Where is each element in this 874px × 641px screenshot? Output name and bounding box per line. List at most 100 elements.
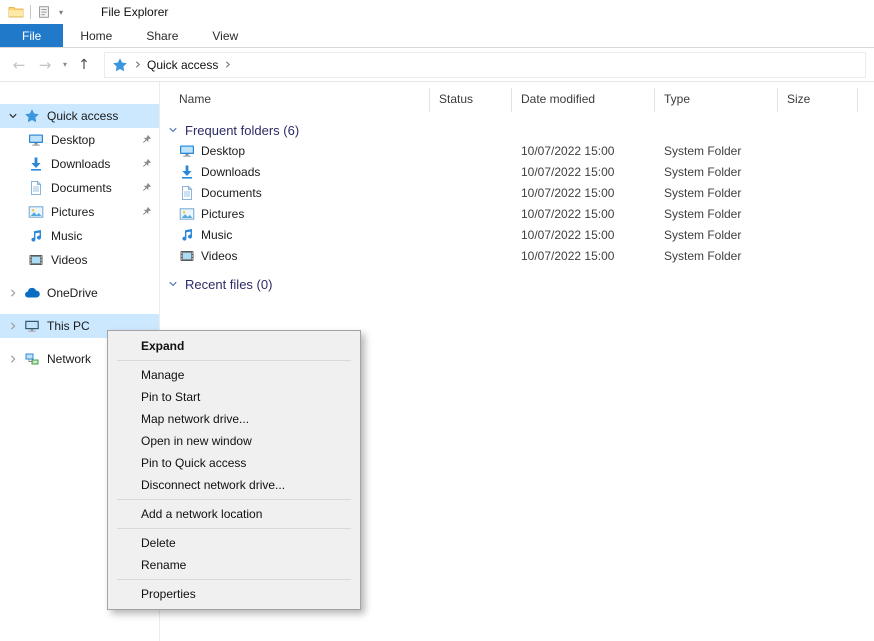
file-row-desktop[interactable]: Desktop10/07/2022 15:00System Folder: [160, 140, 874, 161]
file-row-documents[interactable]: Documents10/07/2022 15:00System Folder: [160, 182, 874, 203]
back-button[interactable]: ←: [6, 52, 32, 78]
menu-item-properties[interactable]: Properties: [108, 583, 360, 605]
menu-item-expand[interactable]: Expand: [108, 335, 360, 357]
column-header-status[interactable]: Status: [430, 88, 512, 112]
sidebar-item-label: OneDrive: [47, 286, 98, 300]
menu-item-manage[interactable]: Manage: [108, 364, 360, 386]
file-name: Desktop: [201, 144, 245, 158]
file-row-music[interactable]: Music10/07/2022 15:00System Folder: [160, 224, 874, 245]
file-type: System Folder: [655, 207, 778, 221]
forward-button[interactable]: →: [32, 52, 58, 78]
file-date-modified: 10/07/2022 15:00: [512, 207, 655, 221]
chevron-down-icon[interactable]: [8, 111, 24, 121]
chevron-spacer: [12, 159, 28, 169]
sidebar-item-desktop[interactable]: Desktop: [0, 128, 159, 152]
menu-item-disconnect-network-drive[interactable]: Disconnect network drive...: [108, 474, 360, 496]
group-label: Recent files (0): [185, 277, 272, 292]
group-collapse-icon[interactable]: [168, 279, 178, 289]
chevron-right-icon[interactable]: [8, 288, 24, 298]
file-row-videos[interactable]: Videos 10/07/2022 15:00System Folder: [160, 245, 874, 266]
group-label: Frequent folders (6): [185, 123, 299, 138]
menu-item-map-network-drive[interactable]: Map network drive...: [108, 408, 360, 430]
recent-locations-dropdown-icon[interactable]: ▾: [58, 60, 72, 69]
sidebar-item-documents[interactable]: Documents: [0, 176, 159, 200]
group-collapse-icon[interactable]: [168, 125, 178, 135]
sidebar-item-music[interactable]: Music: [0, 224, 159, 248]
menu-item-open-in-new-window[interactable]: Open in new window: [108, 430, 360, 452]
file-name: Videos: [201, 249, 237, 263]
context-menu: Expand ManagePin to StartMap network driv…: [107, 330, 361, 610]
group-header-frequent-folders-6[interactable]: Frequent folders (6): [160, 120, 874, 140]
sidebar-item-label: Videos: [51, 253, 87, 267]
documents-icon: [28, 180, 44, 196]
chevron-spacer: [12, 135, 28, 145]
file-type: System Folder: [655, 249, 778, 263]
file-row-pictures[interactable]: Pictures 10/07/2022 15:00System Folder: [160, 203, 874, 224]
downloads-icon: [179, 164, 195, 180]
column-header-size[interactable]: Size: [778, 88, 858, 112]
column-header-type[interactable]: Type: [655, 88, 778, 112]
music-icon: [179, 227, 195, 243]
sidebar-item-label: Documents: [51, 181, 112, 195]
address-bar[interactable]: Quick access: [104, 52, 866, 78]
file-groups: Frequent folders (6) Desktop 10/07/2022 15…: [160, 120, 874, 294]
file-explorer-window: ▾ File Explorer FileHomeShareView ← → ▾ …: [0, 0, 874, 641]
chevron-spacer: [12, 183, 28, 193]
file-row-downloads[interactable]: Downloads 10/07/2022 15:00System Folder: [160, 161, 874, 182]
sidebar-item-label: Downloads: [51, 157, 110, 171]
music-icon: [28, 228, 44, 244]
quick-access-icon: [24, 108, 40, 124]
tab-file[interactable]: File: [0, 24, 63, 47]
pictures-icon: [179, 206, 195, 222]
navigation-bar: ← → ▾ ↑ Quick access: [0, 48, 874, 82]
menu-item-pin-to-quick-access[interactable]: Pin to Quick access: [108, 452, 360, 474]
pin-icon: [141, 206, 152, 217]
tab-home[interactable]: Home: [63, 24, 129, 47]
file-date-modified: 10/07/2022 15:00: [512, 165, 655, 179]
downloads-icon: [28, 156, 44, 172]
qat-properties-icon[interactable]: [37, 5, 51, 19]
network-icon: [24, 351, 40, 367]
file-type: System Folder: [655, 186, 778, 200]
file-name: Music: [201, 228, 232, 242]
sidebar-item-label: Pictures: [51, 205, 94, 219]
column-header-date-modified[interactable]: Date modified: [512, 88, 655, 112]
file-date-modified: 10/07/2022 15:00: [512, 144, 655, 158]
file-name: Downloads: [201, 165, 260, 179]
file-name: Pictures: [201, 207, 244, 221]
desktop-icon: [179, 143, 195, 159]
chevron-right-icon[interactable]: [8, 321, 24, 331]
tab-share[interactable]: Share: [129, 24, 195, 47]
breadcrumb-chevron-icon[interactable]: [223, 60, 232, 69]
file-date-modified: 10/07/2022 15:00: [512, 228, 655, 242]
title-bar: ▾ File Explorer: [0, 0, 874, 24]
file-date-modified: 10/07/2022 15:00: [512, 249, 655, 263]
tab-view[interactable]: View: [195, 24, 255, 47]
menu-separator: [117, 528, 351, 529]
sidebar-item-downloads[interactable]: Downloads: [0, 152, 159, 176]
menu-item-add-a-network-location[interactable]: Add a network location: [108, 503, 360, 525]
sidebar-item-onedrive[interactable]: OneDrive: [0, 281, 159, 305]
pin-icon: [141, 158, 152, 169]
breadcrumb-chevron-icon[interactable]: [133, 60, 142, 69]
breadcrumb-item-quick-access[interactable]: Quick access: [147, 58, 218, 72]
pin-icon: [141, 182, 152, 193]
desktop-icon: [28, 132, 44, 148]
sidebar-item-quick-access[interactable]: Quick access: [0, 104, 159, 128]
column-header-name[interactable]: Name: [160, 88, 430, 112]
qat-customize-icon[interactable]: ▾: [57, 8, 65, 17]
file-type: System Folder: [655, 165, 778, 179]
menu-item-pin-to-start[interactable]: Pin to Start: [108, 386, 360, 408]
chevron-spacer: [12, 207, 28, 217]
videos-icon: [179, 248, 195, 264]
sidebar-item-videos[interactable]: Videos: [0, 248, 159, 272]
group-header-recent-files-0[interactable]: Recent files (0): [160, 274, 874, 294]
up-button[interactable]: ↑: [72, 52, 96, 78]
app-folder-icon: [8, 4, 24, 20]
menu-separator: [117, 499, 351, 500]
sidebar-item-pictures[interactable]: Pictures: [0, 200, 159, 224]
menu-item-rename[interactable]: Rename: [108, 554, 360, 576]
menu-item-delete[interactable]: Delete: [108, 532, 360, 554]
pictures-icon: [28, 204, 44, 220]
chevron-right-icon[interactable]: [8, 354, 24, 364]
